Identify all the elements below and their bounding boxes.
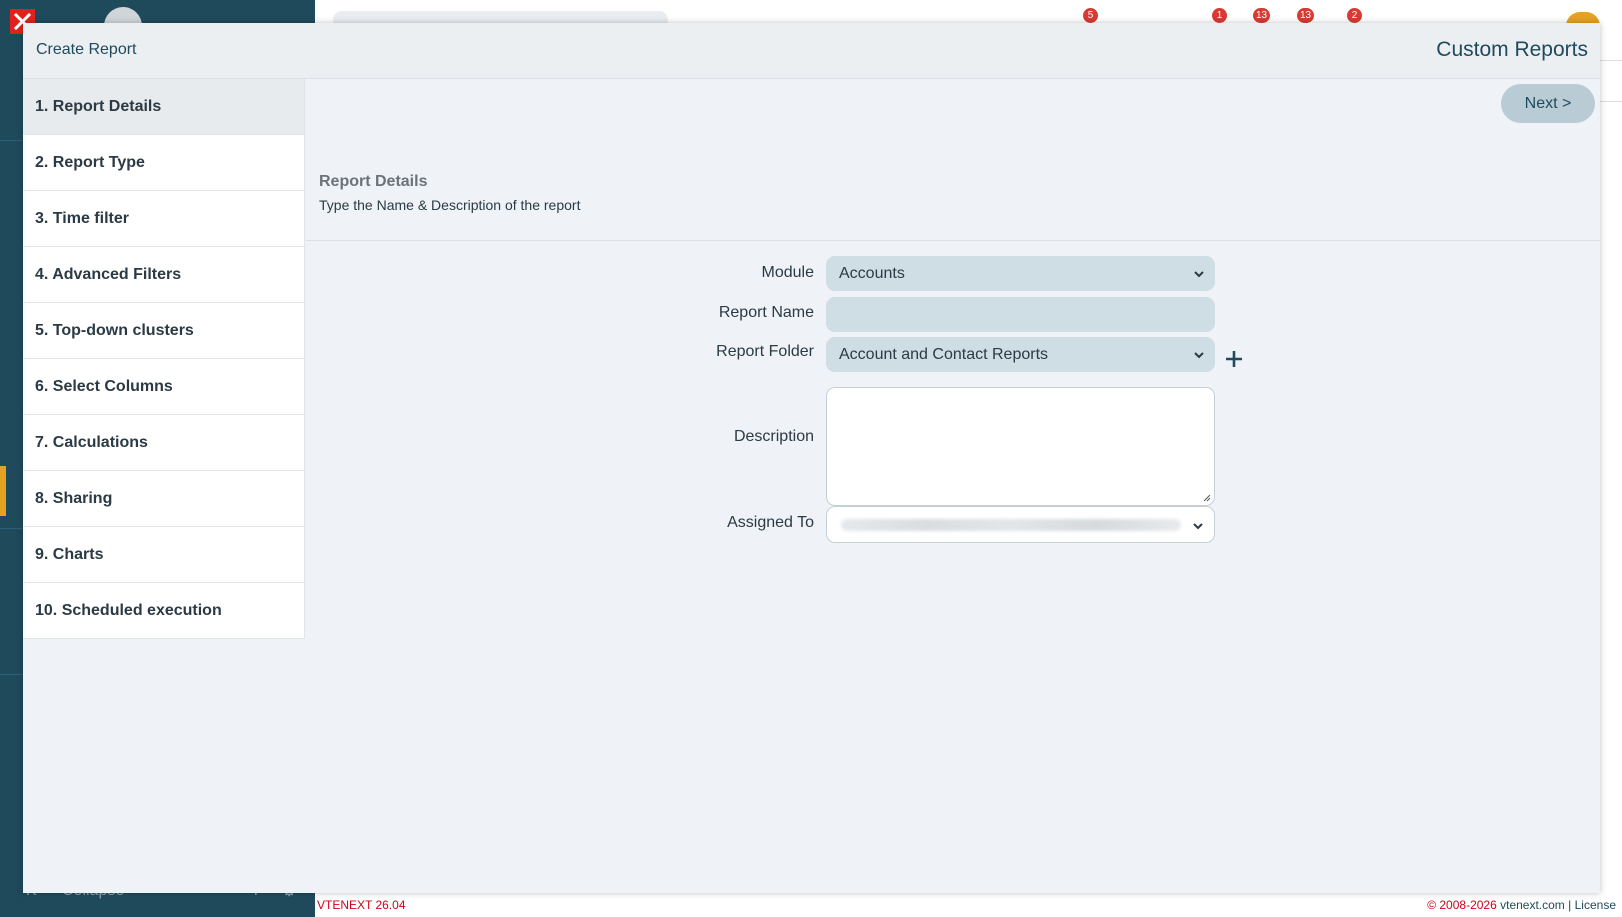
notification-badge: 13 xyxy=(1253,8,1271,23)
description-label: Description xyxy=(733,428,814,445)
report-name-input[interactable] xyxy=(826,297,1215,332)
footer-license-link[interactable]: License xyxy=(1575,898,1616,912)
modal-app-title: Custom Reports xyxy=(1436,38,1588,61)
step-advanced-filters[interactable]: 4. Advanced Filters xyxy=(23,247,305,303)
modal-title: Create Report xyxy=(36,41,137,58)
background-panel-edge xyxy=(1600,60,1622,102)
footer-links: © 2008-2026 vtenext.com | License xyxy=(1427,898,1616,912)
step-report-details[interactable]: 1. Report Details xyxy=(23,79,305,135)
report-name-label: Report Name xyxy=(718,304,814,321)
chevron-down-icon xyxy=(1193,256,1205,291)
step-charts[interactable]: 9. Charts xyxy=(23,527,305,583)
sidebar-active-indicator xyxy=(0,466,6,516)
step-sharing[interactable]: 8. Sharing xyxy=(23,471,305,527)
notification-badge: 2 xyxy=(1347,8,1362,23)
footer-separator: | xyxy=(1568,898,1572,912)
description-textarea[interactable] xyxy=(826,387,1215,506)
create-report-modal: Create Report Custom Reports 1. Report D… xyxy=(23,23,1600,893)
next-button[interactable]: Next > xyxy=(1501,84,1595,123)
modal-header: Create Report Custom Reports xyxy=(23,23,1600,79)
report-folder-select-value: Account and Contact Reports xyxy=(839,346,1049,363)
step-time-filter[interactable]: 3. Time filter xyxy=(23,191,305,247)
redacted-user-name xyxy=(841,519,1181,531)
notification-badge: 5 xyxy=(1083,8,1098,23)
step-select-columns[interactable]: 6. Select Columns xyxy=(23,359,305,415)
step-scheduled-execution[interactable]: 10. Scheduled execution xyxy=(23,583,305,639)
chevron-down-icon xyxy=(1192,517,1204,533)
module-select-value: Accounts xyxy=(839,265,905,282)
footer-site-link[interactable]: vtenext.com xyxy=(1500,898,1565,912)
step-top-down-clusters[interactable]: 5. Top-down clusters xyxy=(23,303,305,359)
background-topbar xyxy=(315,0,1622,29)
footer-copyright: © 2008-2026 xyxy=(1427,898,1497,912)
section-subtitle: Type the Name & Description of the repor… xyxy=(319,197,581,213)
step-content: Next > Report Details Type the Name & De… xyxy=(306,79,1600,893)
report-folder-label: Report Folder xyxy=(716,343,814,360)
report-folder-select[interactable]: Account and Contact Reports xyxy=(826,337,1215,372)
footer-version: VTENEXT 26.04 xyxy=(317,898,406,912)
section-divider xyxy=(306,240,1600,241)
add-folder-plus-icon[interactable] xyxy=(1224,349,1244,369)
notification-badge: 1 xyxy=(1212,8,1227,23)
wizard-steps: 1. Report Details 2. Report Type 3. Time… xyxy=(23,79,305,639)
step-report-type[interactable]: 2. Report Type xyxy=(23,135,305,191)
module-label: Module xyxy=(761,264,814,281)
resize-grip-icon[interactable] xyxy=(1203,494,1211,502)
assigned-to-select[interactable] xyxy=(826,506,1215,543)
section-title: Report Details xyxy=(319,173,428,190)
chevron-down-icon xyxy=(1193,337,1205,372)
step-calculations[interactable]: 7. Calculations xyxy=(23,415,305,471)
module-select[interactable]: Accounts xyxy=(826,256,1215,291)
assigned-to-label: Assigned To xyxy=(727,514,814,531)
notification-badge: 13 xyxy=(1297,8,1315,23)
